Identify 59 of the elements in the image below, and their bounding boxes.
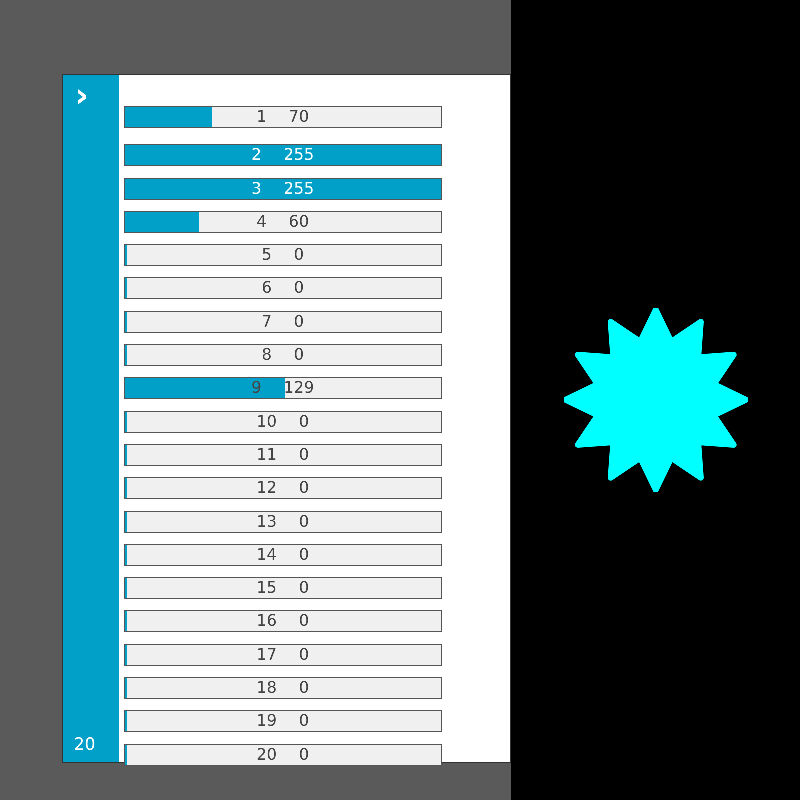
channel-number: 1 [256,107,267,127]
channel-value: 0 [294,312,304,332]
channel-number: 16 [256,611,278,632]
channel-value: 0 [299,478,310,498]
channel-bar[interactable]: 14 0 [124,544,442,566]
channel-value: 0 [299,512,310,532]
channel-number: 5 [262,245,272,266]
channel-value: 70 [288,107,310,127]
channel-number: 18 [256,678,278,698]
channel-value: 0 [299,744,310,765]
channel-number: 3 [252,178,262,199]
channel-bar[interactable]: 6 0 [124,277,442,300]
channel-value: 129 [284,378,314,398]
channel-bar[interactable]: 1 70 [124,106,442,128]
channel-number: 19 [256,711,278,732]
channel-bar[interactable]: 20 0 [124,744,442,766]
channel-number: 11 [256,444,278,465]
channel-bar[interactable]: 11 0 [124,444,442,466]
channel-number: 10 [256,412,278,432]
channel-number: 2 [252,145,262,166]
channel-value: 0 [299,678,310,698]
channel-bar[interactable]: 8 0 [124,344,442,366]
channel-value: 0 [299,711,310,732]
channel-number: 13 [256,512,278,532]
channel-number: 8 [262,345,272,366]
channel-value: 255 [284,145,314,166]
channel-bar[interactable]: 9 129 [124,377,442,400]
channel-number: 14 [256,544,278,565]
channel-value: 0 [299,444,310,465]
channel-number: 17 [256,644,278,665]
channel-value: 0 [294,278,304,298]
channel-value: 0 [294,245,304,266]
channel-value: 0 [299,544,310,565]
channel-value: 60 [288,212,310,232]
channel-bar[interactable]: 18 0 [124,677,442,700]
channel-bar[interactable]: 5 0 [124,244,442,266]
channel-value: 0 [299,611,310,632]
channel-bar[interactable]: 7 0 [124,310,442,333]
channel-number: 6 [262,278,272,298]
channel-value: 0 [299,578,310,598]
channel-number: 20 [256,744,278,765]
channel-count: 20 [74,734,96,756]
channel-number: 12 [256,478,278,498]
channel-value: 255 [284,178,314,199]
channel-bar[interactable]: 15 0 [124,577,442,600]
channel-number: 15 [256,578,278,598]
channel-bar[interactable]: 12 0 [124,477,442,500]
channel-number: 7 [262,312,272,332]
channel-bar[interactable]: 16 0 [124,610,442,632]
channel-bar[interactable]: 19 0 [124,710,442,732]
channel-bar[interactable]: 13 0 [124,510,442,533]
channel-bar[interactable]: 10 0 [124,410,442,433]
channel-value: 0 [299,644,310,665]
channel-value: 0 [294,345,304,366]
channel-value: 0 [299,412,310,432]
channel-number: 9 [252,378,262,398]
channel-number: 4 [256,212,267,232]
channel-bar[interactable]: 4 60 [124,210,442,233]
channel-bar[interactable]: 17 0 [124,644,442,666]
